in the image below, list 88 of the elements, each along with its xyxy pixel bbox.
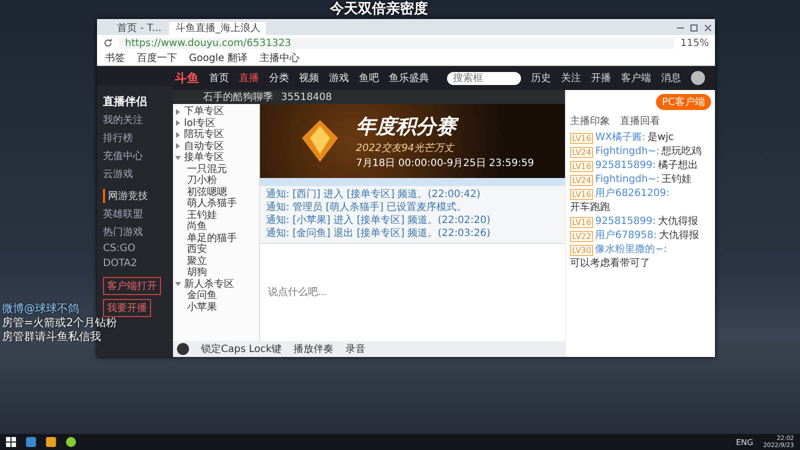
member-item[interactable]: 小苹果 [173, 302, 259, 313]
overlay-caption: 房管群请斗鱼私信我 [2, 330, 101, 344]
header-action-link[interactable]: 客户端 [621, 71, 651, 85]
banner-dates: 7月18日 00:00:00-9月25日 23:59:59 [356, 156, 534, 170]
chat-text: 开车跑跑 [570, 202, 610, 214]
nav-link[interactable]: 分类 [269, 71, 289, 85]
member-item[interactable]: 聚立 [173, 256, 259, 267]
level-badge: LV16 [570, 160, 594, 172]
game-link[interactable]: 英雄联盟 [103, 207, 143, 221]
game-link[interactable]: 热门游戏 [103, 225, 143, 239]
chat-text: 想玩吃鸡 [662, 146, 702, 158]
toolbar-button[interactable]: 播放伴奏 [294, 342, 334, 356]
member-item[interactable]: 单足的猫手 [173, 232, 259, 244]
member-item[interactable]: 金问鱼 [173, 290, 259, 302]
chat-text: 是wjc [647, 132, 674, 144]
message-input-field[interactable]: 说点什么吧... [260, 243, 565, 341]
channel-row[interactable]: 新人杀专区 [173, 278, 259, 290]
browser-tab[interactable]: 斗鱼直播_海上浪人 [169, 22, 266, 35]
channel-row[interactable]: lol专区 [173, 118, 259, 129]
channel-row[interactable]: 自动专区 [173, 140, 259, 152]
search-field[interactable]: 搜索框 [447, 72, 521, 84]
chat-message: 通知: 管理员 [萌人杀猫手] 已设置麦序模式。 [266, 202, 467, 214]
client-menu-item[interactable]: 我的关注 [103, 113, 143, 127]
bookmark-link[interactable]: 百度一下 [137, 51, 177, 65]
member-item[interactable]: 萌人杀猫手 [173, 198, 259, 210]
chat-message: 通知: [金问鱼] 退出 [接单专区] 频道。(22:03:26) [266, 228, 490, 240]
chat-text: 橘子想出 [658, 160, 698, 172]
game-link[interactable]: CS:GO [103, 243, 136, 254]
overlay-caption: 房管=火箭或2个月钻粉 [2, 316, 118, 330]
overlay-caption: 微博@球球不鸽 [2, 302, 79, 316]
bookmark-link[interactable]: Google 翻译 [189, 51, 248, 65]
member-item[interactable]: 王钓娃 [173, 210, 259, 221]
member-item[interactable]: 尚鱼 [173, 221, 259, 232]
client-menu-item[interactable]: 排行榜 [103, 131, 133, 145]
bookmark-link[interactable]: 书签 [105, 51, 125, 65]
client-menu-item[interactable]: 云游戏 [103, 167, 133, 181]
header-action-link[interactable]: 消息 [661, 71, 681, 85]
chat-message: 通知: [西门] 进入 [接单专区] 频道。(22:00:42) [266, 189, 480, 201]
nav-link[interactable]: 首页 [209, 71, 229, 85]
channel-row[interactable]: 接单专区 [173, 152, 259, 164]
level-badge: LV16 [570, 132, 594, 144]
chat-message: 通知: [小苹果] 进入 [接单专区] 频道。(22:02:20) [266, 215, 490, 227]
toolbar-button[interactable]: 录音 [346, 342, 366, 356]
level-badge: LV22 [570, 230, 594, 242]
level-badge: LV16 [570, 216, 594, 228]
header-action-link[interactable]: 历史 [531, 71, 551, 85]
level-badge: LV24 [570, 174, 594, 186]
channel-row[interactable]: 陪玩专区 [173, 129, 259, 140]
header-action-link[interactable]: 关注 [561, 71, 581, 85]
chat-text: 大仇得报 [658, 230, 699, 242]
nav-link[interactable]: 鱼吧 [359, 71, 379, 85]
client-menu-item[interactable]: 充值中心 [103, 149, 143, 163]
panel-link[interactable]: 直播回看 [620, 114, 660, 128]
nav-link[interactable]: 鱼乐盛典 [389, 71, 429, 85]
member-item[interactable]: 初弦嗯嗯 [173, 186, 259, 198]
bookmark-link[interactable]: 主播中心 [259, 51, 300, 65]
zoom-level[interactable]: 115% [680, 38, 709, 48]
chat-text: 大仇得报 [658, 216, 698, 228]
banner-subtitle: 2022交友94光芒万丈 [356, 142, 454, 154]
toolbar-button[interactable]: 锁定Caps Lock键 [201, 342, 282, 356]
header-action-link[interactable]: 开播 [591, 71, 611, 85]
chat-text: 王钓娃 [662, 174, 692, 186]
member-item[interactable]: 一只混元 [173, 164, 259, 175]
browser-tab[interactable]: 首页 - T... [111, 22, 168, 35]
room-name: 石手的酷狗聊季 [203, 90, 273, 104]
section-title: 网游竞技 [103, 189, 148, 203]
level-badge: LV24 [570, 146, 594, 158]
language-indicator[interactable]: ENG [736, 438, 754, 446]
nav-link[interactable]: 视频 [299, 71, 319, 85]
member-item[interactable]: 胡狗 [173, 267, 259, 278]
client-button[interactable]: 我要开播 [103, 299, 151, 317]
member-item[interactable]: 西安 [173, 244, 259, 256]
site-logo[interactable]: 斗鱼 [175, 70, 199, 86]
level-badge: LV16 [570, 188, 594, 200]
chat-text: 可以考虑看带可了 [570, 258, 650, 270]
address-field[interactable]: https://www.douyu.com/6531323 [119, 38, 674, 48]
level-badge: LV30 [570, 244, 594, 256]
client-logo: 直播伴侣 [103, 94, 147, 109]
nav-link[interactable]: 直播 [239, 71, 259, 85]
overlay-headline: 今天双倍亲密度 [330, 2, 428, 17]
channel-row[interactable]: 下单专区 [173, 106, 259, 118]
client-button[interactable]: 客户端打开 [103, 277, 161, 295]
panel-link[interactable]: 主播印象 [570, 114, 610, 128]
chat-username[interactable]: 像水粉里撒的~: [595, 244, 667, 256]
game-link[interactable]: DOTA2 [103, 258, 138, 269]
nav-link[interactable]: 游戏 [329, 71, 349, 85]
member-item[interactable]: 刀小粉 [173, 175, 259, 186]
room-id: 35518408 [281, 92, 332, 102]
